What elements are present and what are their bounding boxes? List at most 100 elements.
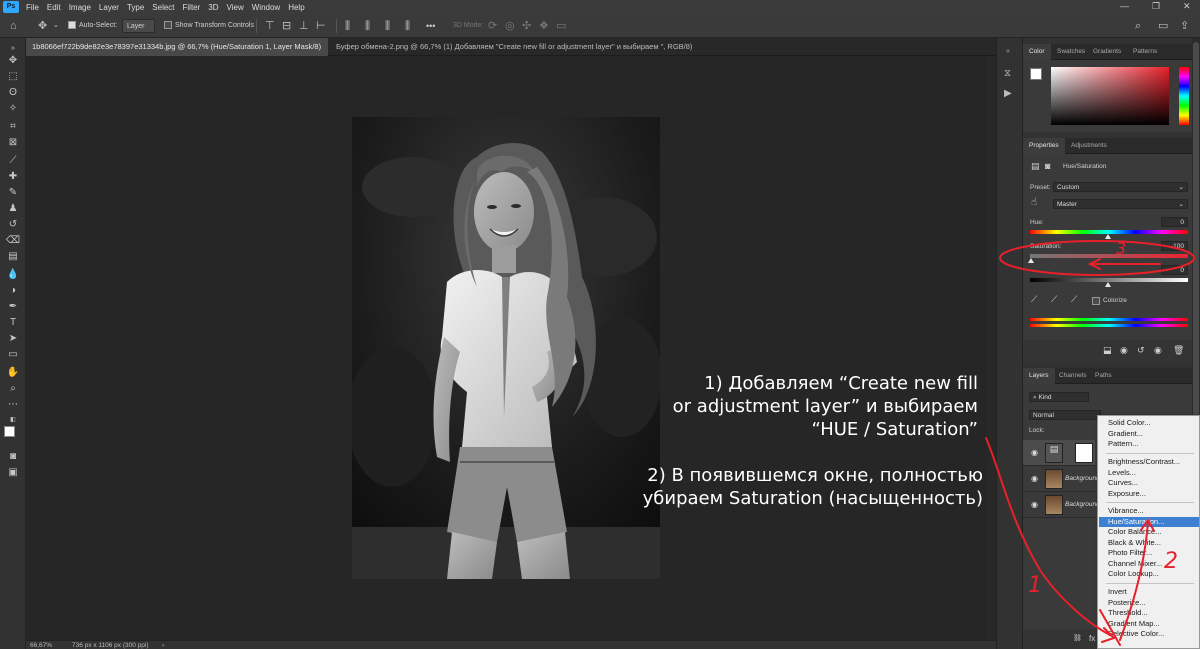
workspace-icon[interactable]: ▭ [1158,19,1168,33]
screen-mode-icon[interactable]: ▣ [5,466,21,479]
stamp-tool-icon[interactable]: ♟ [5,202,21,215]
show-transform-toggle[interactable]: Show Transform Controls [164,19,254,33]
menu-item-color-lookup[interactable]: Color Lookup... [1108,569,1159,580]
layer-filter-dropdown[interactable]: ⌕ Kind [1029,392,1089,402]
share-icon[interactable]: ⇪ [1180,19,1189,33]
eyedropper-plus-icon[interactable]: ⟋ [1051,294,1057,305]
menu-item-solid-color[interactable]: Solid Color... [1108,418,1151,429]
distribute-icon[interactable]: ⫼ [405,19,410,33]
rectangle-tool-icon[interactable]: ▭ [5,348,21,361]
quick-mask-icon[interactable]: ◙ [5,450,21,463]
blend-mode-dropdown[interactable]: Normal [1029,410,1101,420]
magic-wand-tool-icon[interactable]: ✧ [5,102,21,115]
view-previous-icon[interactable]: ◉ [1120,345,1128,356]
menu-item-black-white[interactable]: Black & White... [1108,538,1161,549]
tab-swatches[interactable]: Swatches [1051,44,1091,60]
channel-dropdown[interactable]: Master ⌄ [1053,199,1188,209]
search-icon[interactable]: ⌕ [1135,19,1141,33]
menu-item-photo-filter[interactable]: Photo Filter... [1108,548,1152,559]
menu-item-vibrance[interactable]: Vibrance... [1108,506,1144,517]
auto-select-toggle[interactable]: Auto-Select: [68,19,117,33]
move-tool-icon[interactable]: ✥ [5,54,21,67]
foreground-color-swatch[interactable] [4,426,15,437]
gradient-tool-icon[interactable]: ▤ [5,250,21,263]
dodge-tool-icon[interactable]: ◑ [5,284,21,297]
close-button[interactable]: ✕ [1183,1,1191,12]
menu-item-color-balance[interactable]: Color Balance... [1108,527,1161,538]
lightness-value-field[interactable]: 0 [1161,265,1188,275]
menu-item-exposure[interactable]: Exposure... [1108,489,1146,500]
layer-row-background[interactable]: ◉ Background [1023,492,1100,518]
menu-select[interactable]: Select [148,3,178,12]
tab-gradients[interactable]: Gradients [1087,44,1127,60]
menu-item-brightness-contrast[interactable]: Brightness/Contrast... [1108,457,1180,468]
clip-to-layer-icon[interactable]: ⬓ [1103,345,1112,356]
menu-file[interactable]: File [22,3,43,12]
align-vcenter-icon[interactable]: ⊟ [282,19,291,33]
pen-tool-icon[interactable]: ✒ [5,300,21,313]
layer-row-hue-saturation[interactable]: ◉ ▤ [1023,440,1095,466]
menu-item-posterize[interactable]: Posterize... [1108,598,1146,609]
expand-icon[interactable]: « [1006,48,1010,55]
menu-type[interactable]: Type [123,3,148,12]
tab-adjustments[interactable]: Adjustments [1065,138,1113,154]
blur-tool-icon[interactable]: 💧 [5,268,21,281]
menu-help[interactable]: Help [284,3,308,12]
home-icon[interactable]: ⌂ [10,19,17,33]
targeted-adjustment-hand-icon[interactable]: ☝ [1031,197,1037,208]
eraser-tool-icon[interactable]: ⌫ [5,234,21,247]
eye-icon[interactable]: ◉ [1031,500,1038,509]
tab-paths[interactable]: Paths [1089,368,1118,384]
type-tool-icon[interactable]: T [5,316,21,329]
healing-brush-icon[interactable]: ✚ [5,170,21,183]
reset-icon[interactable]: ↺ [1137,345,1145,356]
zoom-level[interactable]: 66,67% [30,642,52,649]
distribute-icon[interactable]: ⫼ [345,19,350,33]
tab-layers[interactable]: Layers [1023,368,1055,384]
menu-item-gradient[interactable]: Gradient... [1108,429,1143,440]
layer-style-icon[interactable]: fx [1089,634,1095,643]
menu-item-hue-saturation[interactable]: Hue/Saturation... [1099,516,1199,527]
pan-icon[interactable]: ✣ [522,19,531,33]
layer-row-background-copy[interactable]: ◉ Background [1023,466,1100,492]
hue-value-field[interactable]: 0 [1161,217,1188,227]
crop-tool-icon[interactable]: ⌗ [5,120,21,133]
chevron-down-icon[interactable]: ⌄ [53,19,59,33]
eyedropper-minus-icon[interactable]: ⟋ [1071,294,1077,305]
mask-icon[interactable]: ◙ [1045,161,1050,171]
menu-layer[interactable]: Layer [95,3,123,12]
link-layers-icon[interactable]: ⛓ [1073,634,1082,642]
menu-filter[interactable]: Filter [179,3,205,12]
tab-color[interactable]: Color [1023,44,1051,60]
orbit-icon[interactable]: ⟳ [488,19,497,33]
eyedropper-icon[interactable]: ⟋ [1031,294,1037,305]
minimize-button[interactable]: — [1120,1,1129,11]
menu-item-gradient-map[interactable]: Gradient Map... [1108,619,1160,630]
distribute-icon[interactable]: ⫼ [385,19,390,33]
chevron-right-icon[interactable]: › [162,642,164,649]
more-tools-icon[interactable]: ⋯ [5,398,21,411]
layer-mask-thumbnail[interactable] [1075,443,1093,463]
menu-view[interactable]: View [223,3,248,12]
lasso-tool-icon[interactable]: ʘ [5,86,21,99]
layer-name[interactable]: Background [1065,501,1100,508]
menu-item-curves[interactable]: Curves... [1108,478,1138,489]
align-left-icon[interactable]: ⊢ [316,19,326,33]
auto-select-dropdown[interactable]: Layer [122,19,155,33]
align-bottom-icon[interactable]: ⊥ [299,19,309,33]
history-icon[interactable]: ⧖ [1004,68,1011,79]
zoom-tool-icon[interactable]: ⌕ [5,382,21,395]
document-image[interactable] [352,117,660,579]
menu-item-invert[interactable]: Invert [1108,587,1127,598]
roll-icon[interactable]: ◎ [505,19,515,33]
menu-item-levels[interactable]: Levels... [1108,468,1136,479]
menu-edit[interactable]: Edit [43,3,65,12]
frame-tool-icon[interactable]: ⊠ [5,136,21,149]
colorize-checkbox[interactable] [1092,297,1100,305]
preset-dropdown[interactable]: Custom ⌄ [1053,182,1188,192]
menu-image[interactable]: Image [65,3,95,12]
saturation-slider-track[interactable] [1030,254,1188,258]
marquee-tool-icon[interactable]: ⬚ [5,70,21,83]
eye-icon[interactable]: ◉ [1031,448,1038,457]
layer-name[interactable]: Background [1065,475,1100,482]
